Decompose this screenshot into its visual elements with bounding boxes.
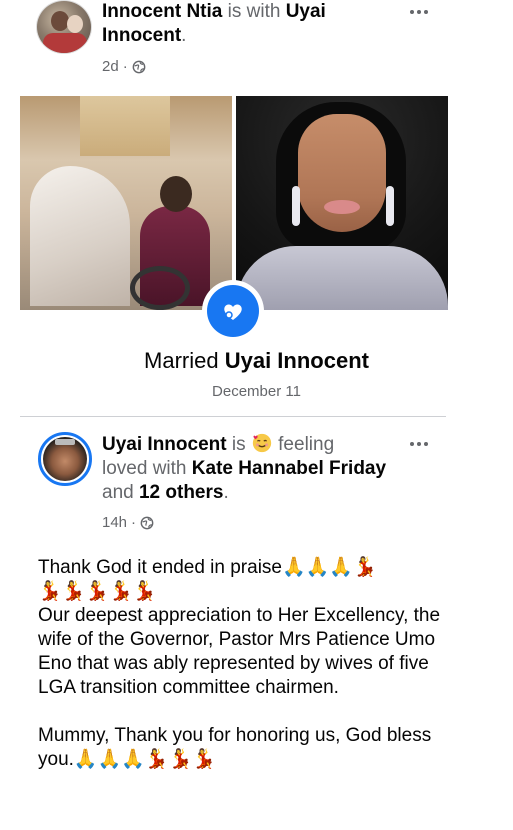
author-name[interactable]: Uyai Innocent — [102, 434, 227, 455]
post-meta: 14h · — [102, 514, 154, 531]
life-event-date: December 11 — [212, 383, 301, 400]
more-options-button[interactable] — [404, 436, 434, 452]
tagged-user-last[interactable]: Innocent — [102, 25, 181, 46]
bride-portrait-photo[interactable] — [236, 96, 448, 310]
life-event-title: Married Uyai Innocent — [144, 348, 369, 373]
with-text: is with — [227, 1, 281, 22]
closing-emoji-row: 🙏🙏🙏💃💃💃 — [73, 749, 216, 770]
tagged-others-link[interactable]: 12 others — [139, 482, 223, 503]
more-options-button[interactable] — [404, 4, 434, 20]
post-time[interactable]: 2d — [102, 58, 119, 75]
tagged-user-first[interactable]: Uyai — [286, 1, 326, 22]
smiling-face-with-hearts-icon — [252, 433, 272, 453]
heart-icon — [224, 304, 242, 320]
post-body-text: Thank God it ended in praise🙏🙏🙏💃 💃💃💃💃💃 O… — [38, 556, 458, 772]
author-avatar[interactable] — [36, 0, 92, 54]
author-name[interactable]: Innocent Ntia — [102, 1, 222, 22]
globe-icon — [140, 516, 154, 529]
author-avatar-story-ring[interactable] — [38, 432, 92, 486]
post-time[interactable]: 14h — [102, 514, 127, 531]
appreciation-paragraph: Our deepest appreciation to Her Excellen… — [38, 605, 441, 698]
dancer-emoji-row: 💃💃💃💃💃 — [38, 581, 157, 602]
globe-icon — [132, 60, 146, 73]
post-divider — [20, 416, 446, 417]
life-event-badge — [202, 280, 264, 342]
post-header: Innocent Ntia is with Uyai Innocent. — [102, 1, 326, 46]
wedding-photo-left[interactable] — [20, 96, 232, 310]
tagged-user[interactable]: Kate Hannabel Friday — [192, 458, 386, 479]
post-meta: 2d · — [102, 58, 146, 75]
post-header: Uyai Innocent is feeling loved with Kate… — [102, 433, 387, 503]
praise-emoji-row: 🙏🙏🙏💃 — [282, 557, 377, 578]
spouse-name[interactable]: Uyai Innocent — [225, 348, 369, 373]
